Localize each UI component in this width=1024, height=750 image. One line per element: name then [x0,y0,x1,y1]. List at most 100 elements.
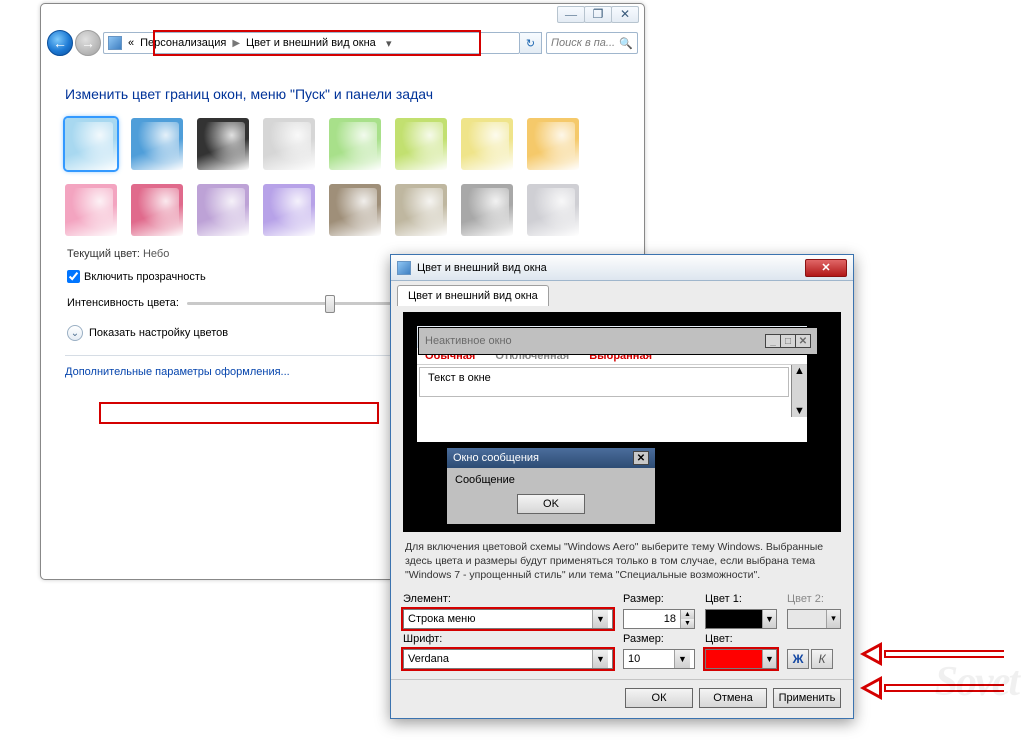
intensity-slider[interactable] [187,302,417,305]
spin-down-icon[interactable]: ▼ [680,619,694,628]
breadcrumb-chevrons[interactable]: « [128,37,134,49]
cancel-button[interactable]: Отмена [699,688,767,708]
transparency-checkbox[interactable] [67,270,80,283]
dropdown-arrow-icon: ▼ [592,650,608,668]
chevron-down-icon: ⌄ [67,325,83,341]
appearance-preview: Неактивное окно _ □ ✕ Активное окно _ □ … [403,312,841,532]
search-input[interactable]: Поиск в па... 🔍 [546,32,638,54]
color-swatch-15[interactable] [527,184,579,236]
color-swatch-8[interactable] [65,184,117,236]
font-style-buttons: Ж К [787,649,841,669]
nav-back-button[interactable]: ← [47,30,73,56]
color-swatch-12[interactable] [329,184,381,236]
element-size-spinner[interactable]: 18 ▲▼ [623,609,695,629]
italic-toggle[interactable]: К [811,649,833,669]
search-icon[interactable]: 🔍 [619,37,633,50]
font-combobox[interactable]: Verdana ▼ [403,649,613,669]
minimize-button[interactable]: — [557,6,585,23]
annotation-arrow-fontcolor [862,677,1004,699]
color-swatch-11[interactable] [263,184,315,236]
apply-button[interactable]: Применить [773,688,841,708]
preview-close-icon: ✕ [633,451,649,465]
font-color-picker[interactable]: ▼ [705,649,777,669]
dialog-titlebar[interactable]: Цвет и внешний вид окна ✕ [391,255,853,281]
intensity-slider-thumb[interactable] [325,295,335,313]
font-color-label: Цвет: [705,633,777,645]
font-value: Verdana [408,653,449,665]
color-swatch-13[interactable] [395,184,447,236]
dialog-close-button[interactable]: ✕ [805,259,847,277]
control-panel-icon [108,36,122,50]
element-value: Строка меню [408,613,475,625]
dropdown-arrow-icon: ▼ [674,650,690,668]
element-size-value: 18 [624,613,680,625]
color2-swatch [788,610,826,628]
color-swatch-9[interactable] [131,184,183,236]
maximize-button[interactable]: ❐ [584,6,612,23]
close-button[interactable]: ✕ [611,6,639,23]
page-heading: Изменить цвет границ окон, меню "Пуск" и… [65,86,620,102]
ok-button[interactable]: ОК [625,688,693,708]
preview-text-area[interactable]: Текст в окне [419,367,789,397]
color-swatch-0[interactable] [65,118,117,170]
color-swatch-6[interactable] [461,118,513,170]
color-swatch-7[interactable] [527,118,579,170]
color1-swatch [706,610,762,628]
color-swatch-10[interactable] [197,184,249,236]
color-swatch-14[interactable] [461,184,513,236]
advanced-appearance-link[interactable]: Дополнительные параметры оформления... [65,366,290,378]
tab-window-color[interactable]: Цвет и внешний вид окна [397,285,549,306]
color-swatch-4[interactable] [329,118,381,170]
search-placeholder-text: Поиск в па... [551,37,615,49]
breadcrumb-personalization[interactable]: Персонализация [140,37,226,49]
preview-scrollbar[interactable]: ▲▼ [791,365,807,417]
preview-inactive-window[interactable]: Неактивное окно _ □ ✕ [418,327,818,355]
element-label: Элемент: [403,593,613,605]
breadcrumb-separator-icon: ▶ [232,38,240,49]
window-color-dialog: Цвет и внешний вид окна ✕ Цвет и внешний… [390,254,854,719]
color-swatch-grid [65,118,620,236]
preview-max-icon: □ [780,334,796,348]
preview-message-title: Окно сообщения [453,452,539,464]
dropdown-arrow-icon: ▾ [826,610,840,628]
show-color-mixer-label: Показать настройку цветов [89,327,228,339]
dialog-body: Неактивное окно _ □ ✕ Активное окно _ □ … [391,306,853,679]
font-size-label: Размер: [623,633,695,645]
preview-message-box[interactable]: Окно сообщения ✕ Сообщение OK [446,447,656,525]
color-swatch-5[interactable] [395,118,447,170]
spin-up-icon[interactable]: ▲ [680,610,694,619]
address-row: ← → « Персонализация ▶ Цвет и внешний ви… [41,28,644,58]
intensity-label: Интенсивность цвета: [67,297,179,309]
dialog-footer: ОК Отмена Применить [391,679,853,718]
breadcrumb-window-color[interactable]: Цвет и внешний вид окна [246,37,376,49]
window-controls: — ❐ ✕ [558,6,639,23]
color1-picker[interactable]: ▼ [705,609,777,629]
element-combobox[interactable]: Строка меню ▼ [403,609,613,629]
dialog-tabstrip: Цвет и внешний вид окна [391,281,853,306]
nav-forward-button[interactable]: → [75,30,101,56]
dialog-title-text: Цвет и внешний вид окна [417,262,547,274]
font-size-combobox[interactable]: 10 ▼ [623,649,695,669]
size-label: Размер: [623,593,695,605]
current-color-label: Текущий цвет: [67,248,140,260]
font-label: Шрифт: [403,633,613,645]
refresh-button[interactable]: ↻ [520,32,542,54]
color-swatch-2[interactable] [197,118,249,170]
color2-label: Цвет 2: [787,593,841,605]
appearance-form: Элемент: Размер: Цвет 1: Цвет 2: Строка … [403,593,841,669]
preview-ok-button[interactable]: OK [517,494,585,514]
preview-close-icon: ✕ [795,334,811,348]
preview-message-text: Сообщение [455,474,515,486]
font-size-value: 10 [628,653,640,665]
annotation-arrow-color1 [862,643,1004,665]
address-dropdown-icon[interactable]: ▾ [382,37,396,50]
dialog-icon [397,261,411,275]
dialog-note-text: Для включения цветовой схемы "Windows Ae… [405,540,839,583]
address-bar[interactable]: « Персонализация ▶ Цвет и внешний вид ок… [103,32,520,54]
color-swatch-3[interactable] [263,118,315,170]
current-color-value: Небо [143,248,169,260]
color-swatch-1[interactable] [131,118,183,170]
bold-toggle[interactable]: Ж [787,649,809,669]
transparency-label: Включить прозрачность [84,271,206,283]
preview-min-icon: _ [765,334,781,348]
